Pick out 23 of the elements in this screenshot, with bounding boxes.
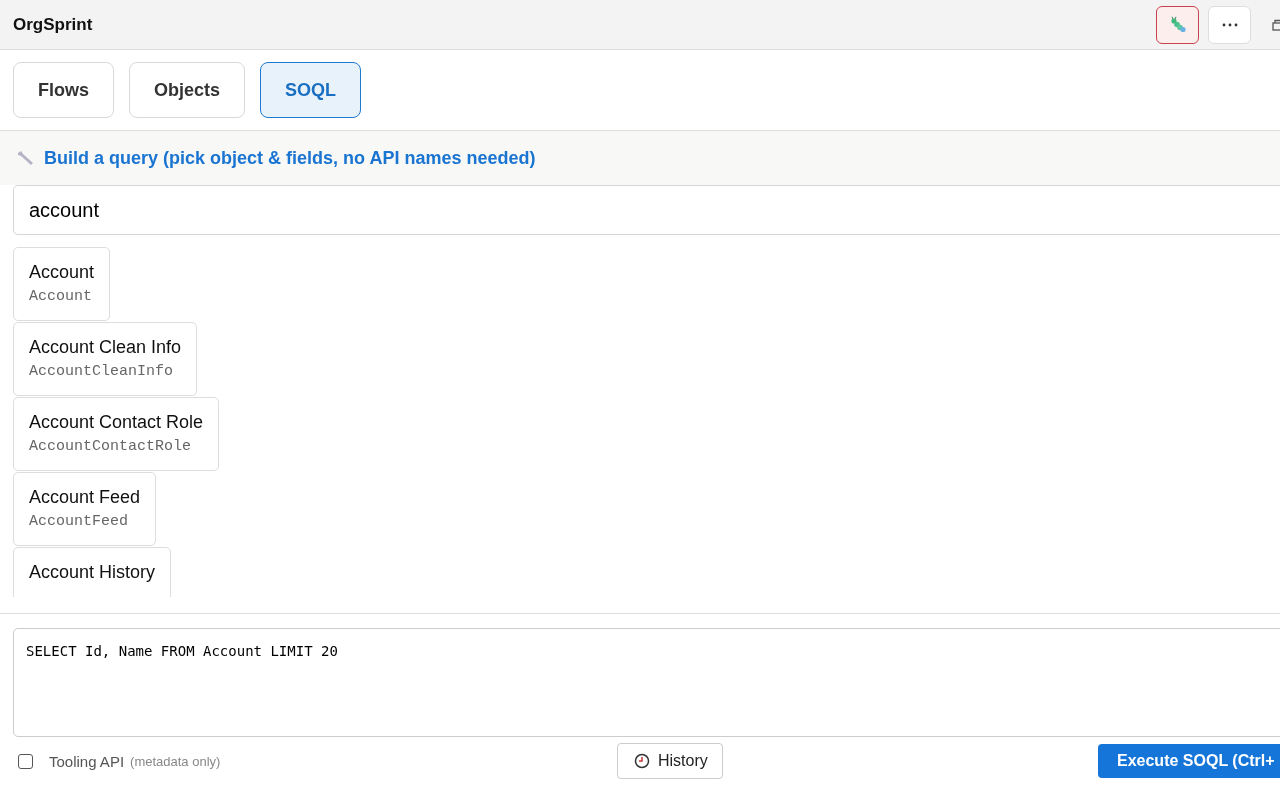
object-item[interactable]: Account History <box>13 547 172 597</box>
search-field[interactable]: account <box>13 185 1280 235</box>
builder-heading[interactable]: Build a query (pick object & fields, no API names needed) <box>44 147 536 169</box>
wrench-icon <box>16 150 36 166</box>
tooling-label: Tooling API <box>49 752 125 770</box>
execute-button[interactable]: Execute SOQL (Ctrl+ <box>1098 744 1280 778</box>
tooling-checkbox[interactable] <box>18 753 33 769</box>
object-item[interactable]: Account Clean Info AccountCleanInfo <box>13 322 198 396</box>
object-item[interactable]: Account Account <box>13 247 111 321</box>
object-item[interactable]: Account Contact Role AccountContactRole <box>13 397 220 471</box>
object-item[interactable]: Account Feed AccountFeed <box>13 472 157 546</box>
bug-button[interactable] <box>1156 5 1199 44</box>
query-field[interactable]: SELECT Id, Name FROM Account LIMIT 20 <box>13 628 1280 737</box>
caterpillar-icon <box>1168 15 1187 34</box>
restore-icon[interactable] <box>1272 18 1280 31</box>
tab[interactable]: Objects <box>129 62 246 118</box>
tab[interactable]: SOQL <box>260 62 362 118</box>
tab[interactable]: Flows <box>13 62 114 118</box>
app-title: OrgSprint <box>13 14 93 35</box>
history-button[interactable]: History <box>617 743 723 779</box>
more-icon <box>1221 22 1238 27</box>
tooling-note: (metadata only) <box>130 753 221 769</box>
clock-icon <box>634 753 650 769</box>
